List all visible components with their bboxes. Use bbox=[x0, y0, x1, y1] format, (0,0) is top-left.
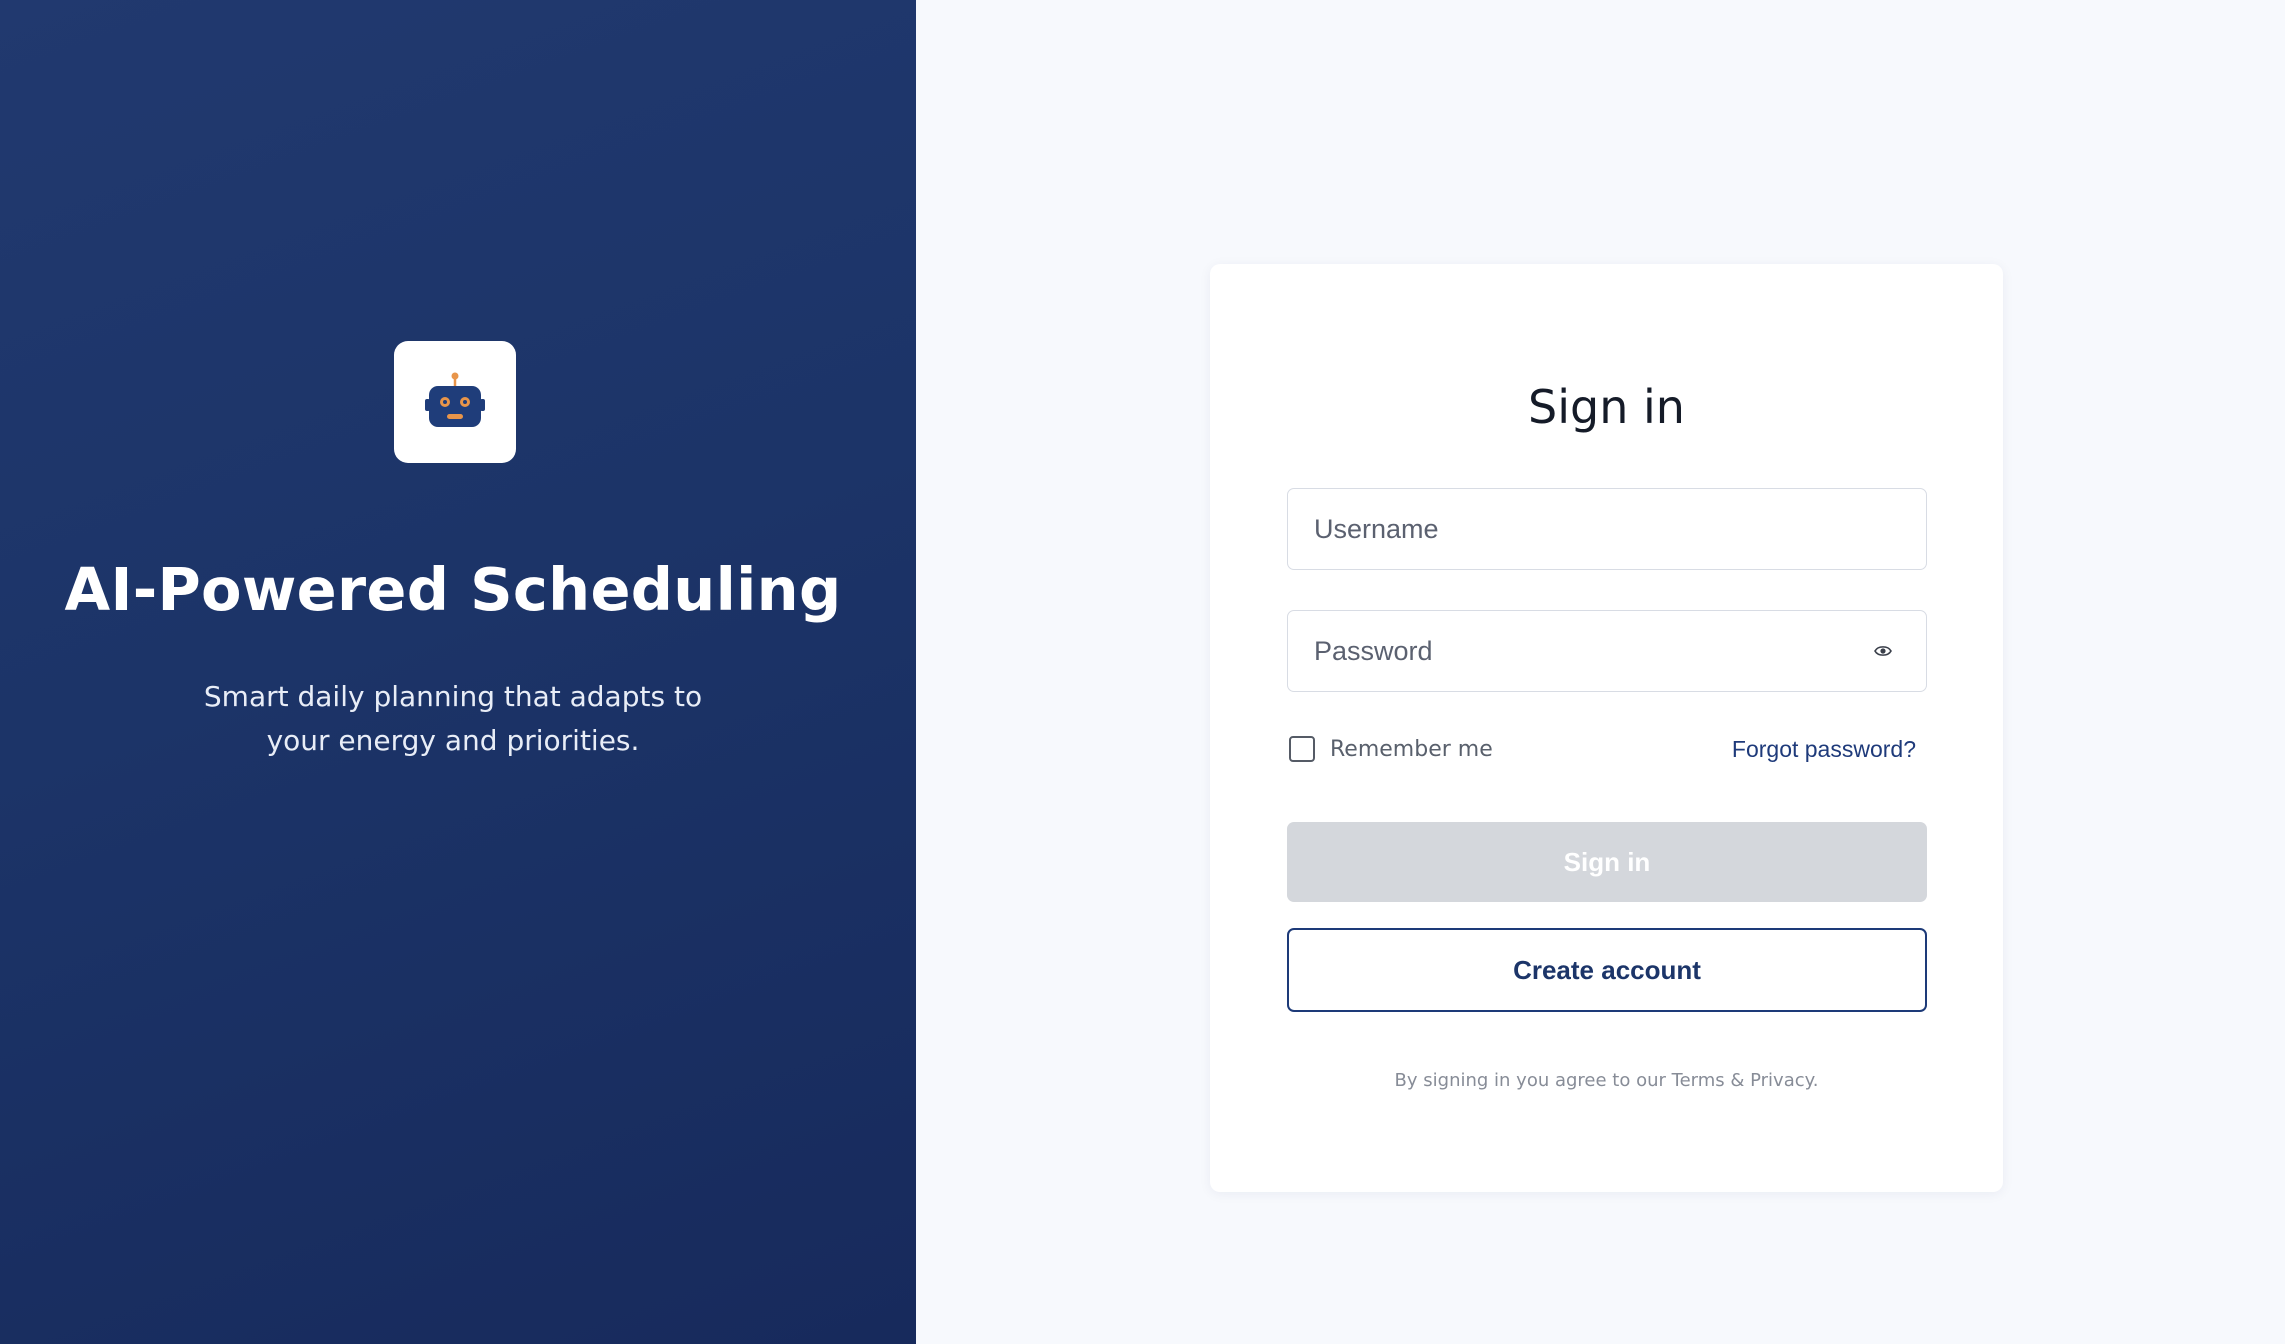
forgot-password-link[interactable]: Forgot password? bbox=[1732, 736, 1916, 763]
page-title: Sign in bbox=[1528, 380, 1685, 434]
hero-panel: AI-Powered Scheduling Smart daily planni… bbox=[0, 0, 916, 1344]
app-logo bbox=[394, 341, 516, 463]
password-input[interactable] bbox=[1288, 611, 1926, 691]
legal-notice: By signing in you agree to our Terms & P… bbox=[1394, 1070, 1819, 1091]
hero-subtitle-line: Smart daily planning that adapts to bbox=[203, 680, 703, 713]
username-field[interactable] bbox=[1287, 488, 1927, 570]
eye-icon[interactable] bbox=[1874, 644, 1892, 658]
create-account-button[interactable]: Create account bbox=[1287, 928, 1927, 1012]
hero-subtitle-line: your energy and priorities. bbox=[266, 724, 640, 757]
remember-me-checkbox[interactable] bbox=[1289, 736, 1315, 762]
login-card: Sign in Remember me Forgot password? bbox=[1210, 264, 2003, 1192]
password-field[interactable] bbox=[1287, 610, 1927, 692]
username-input[interactable] bbox=[1288, 489, 1926, 569]
remember-me-label: Remember me bbox=[1330, 736, 1493, 762]
sign-in-button[interactable]: Sign in bbox=[1287, 822, 1927, 902]
remember-me-option[interactable]: Remember me bbox=[1289, 736, 1493, 762]
hero-subtitle: Smart daily planning that adapts to your… bbox=[0, 675, 906, 763]
login-page: AI-Powered Scheduling Smart daily planni… bbox=[0, 0, 2285, 1344]
robot-icon bbox=[425, 372, 485, 427]
login-panel: Sign in Remember me Forgot password? bbox=[916, 0, 2285, 1344]
hero-title: AI-Powered Scheduling bbox=[64, 555, 842, 624]
